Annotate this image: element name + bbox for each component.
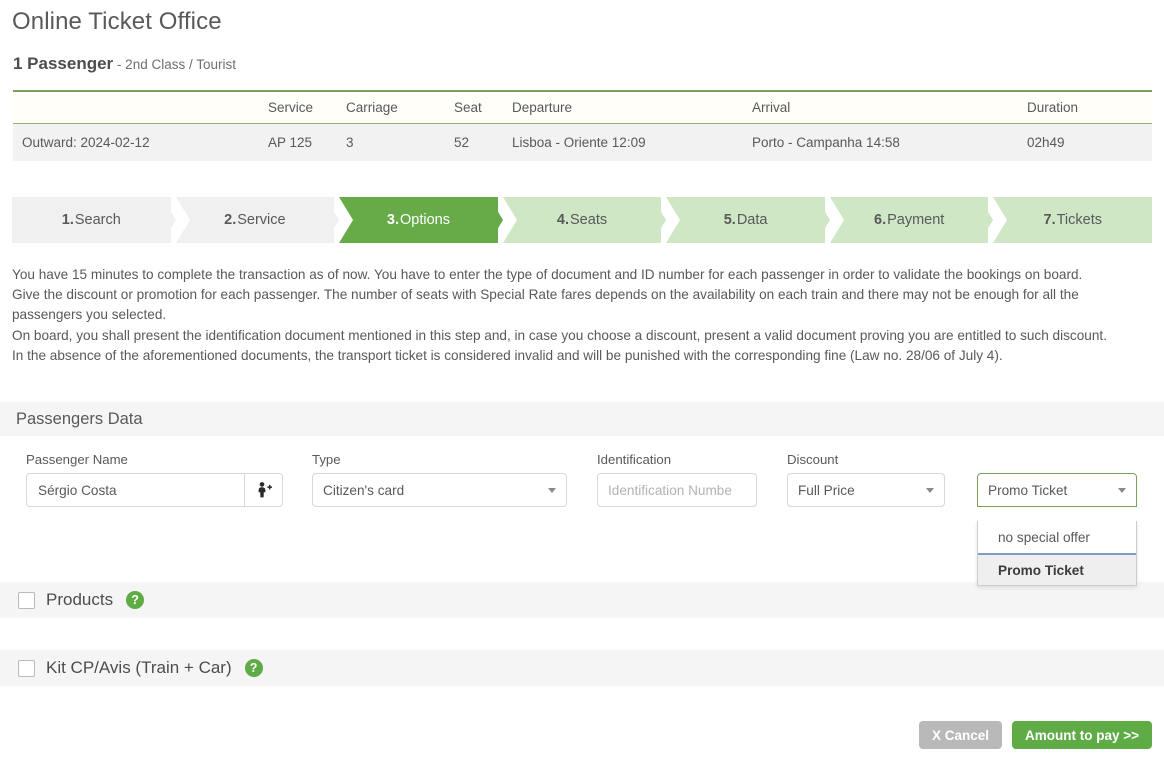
promotion-select[interactable]: Promo Ticket [977, 473, 1137, 507]
products-checkbox[interactable] [18, 591, 35, 609]
help-icon[interactable]: ? [126, 591, 145, 609]
cell-duration: 02h49 [1027, 123, 1152, 161]
dropdown-option-no-special-offer[interactable]: no special offer [978, 521, 1136, 553]
th-duration: Duration [1027, 91, 1152, 124]
cell-departure: Lisboa - Oriente 12:09 [512, 123, 752, 161]
passenger-name-field-group: Passenger Name Sérgio Costa [26, 452, 283, 507]
step-number: 3. [386, 212, 399, 228]
th-arrival: Arrival [752, 91, 1027, 124]
step-label: Service [237, 212, 286, 228]
class-info: - 2nd Class / Tourist [113, 57, 236, 72]
wizard-step-data[interactable]: 5.Data [666, 197, 830, 243]
step-number: 4. [556, 212, 570, 228]
kit-cp-avis-checkbox[interactable] [18, 659, 35, 677]
form-actions: X Cancel Amount to pay >> [918, 721, 1152, 749]
passenger-count: 1 Passenger [13, 54, 114, 73]
checkout-step-wizard: 1.Search 2.Service 3.Options 4.Seats 5.D… [12, 197, 1153, 243]
th-service: Service [268, 91, 346, 124]
document-type-field-group: Type Citizen's card [312, 452, 567, 507]
step-label: Data [736, 212, 768, 228]
cancel-button[interactable]: X Cancel [918, 721, 1002, 749]
document-type-value: Citizen's card [323, 482, 405, 498]
step-label: Search [74, 212, 121, 228]
instruction-paragraph-4: In the absence of the aforementioned doc… [12, 347, 1003, 363]
wizard-step-payment[interactable]: 6.Payment [829, 197, 994, 243]
th-departure: Departure [512, 91, 752, 124]
instructions-text: You have 15 minutes to complete the tran… [12, 265, 1152, 366]
identification-field-group: Identification Identification Numbe [597, 452, 757, 507]
document-type-select[interactable]: Citizen's card [312, 473, 567, 507]
kit-cp-avis-option-row: Kit CP/Avis (Train + Car) ? [0, 650, 1164, 686]
th-date [13, 91, 268, 124]
section-title: Passengers Data [16, 409, 143, 428]
dropdown-option-promo-ticket[interactable]: Promo Ticket [978, 553, 1136, 585]
instruction-paragraph-2: Give the discount or promotion for each … [12, 287, 1079, 323]
step-label: Payment [887, 212, 945, 228]
step-label: Tickets [1056, 212, 1102, 228]
wizard-step-tickets[interactable]: 7.Tickets [993, 197, 1153, 243]
step-number: 2. [224, 212, 237, 228]
step-number: 6. [874, 212, 887, 228]
products-option-row: Products ? [0, 582, 1164, 618]
help-icon[interactable]: ? [244, 659, 263, 677]
promotion-field-group: Promo Ticket [977, 452, 1137, 507]
page-title: Online Ticket Office [12, 8, 222, 35]
passengers-data-section-header: Passengers Data [0, 402, 1164, 436]
document-type-label: Type [312, 452, 341, 467]
chevron-down-icon [1118, 487, 1126, 493]
cell-arrival: Porto - Campanha 14:58 [752, 123, 1027, 161]
promotion-value: Promo Ticket [988, 482, 1068, 498]
online-ticket-office-page: Online Ticket Office 1 Passenger - 2nd C… [0, 0, 1164, 767]
identification-input[interactable]: Identification Numbe [597, 473, 757, 507]
wizard-step-service[interactable]: 2.Service [175, 197, 339, 243]
promotion-dropdown-menu: no special offer Promo Ticket [977, 521, 1137, 586]
passenger-name-label: Passenger Name [26, 452, 128, 467]
discount-select[interactable]: Full Price [787, 473, 945, 507]
products-label: Products [46, 590, 114, 609]
promotion-label [977, 452, 1137, 467]
amount-to-pay-button[interactable]: Amount to pay >> [1011, 721, 1152, 749]
wizard-step-seats[interactable]: 4.Seats [502, 197, 666, 243]
chevron-down-icon [926, 487, 934, 493]
wizard-step-options[interactable]: 3.Options [339, 197, 503, 243]
passenger-summary: 1 Passenger - 2nd Class / Tourist [13, 54, 236, 74]
cell-date: Outward: 2024-02-12 [13, 123, 268, 161]
step-label: Options [400, 212, 450, 228]
discount-label: Discount [787, 452, 839, 467]
cell-service: AP 125 [268, 123, 346, 161]
step-label: Seats [570, 212, 608, 228]
kit-cp-avis-label: Kit CP/Avis (Train + Car) [46, 658, 232, 677]
th-seat: Seat [454, 91, 512, 124]
step-number: 5. [723, 212, 736, 228]
trip-summary-table: Service Carriage Seat Departure Arrival … [13, 90, 1152, 161]
cell-seat: 52 [454, 123, 512, 161]
table-header-row: Service Carriage Seat Departure Arrival … [13, 91, 1152, 124]
chevron-down-icon [548, 487, 556, 493]
wizard-step-search[interactable]: 1.Search [12, 197, 176, 243]
passenger-name-input[interactable]: Sérgio Costa [26, 473, 244, 507]
person-add-icon [258, 482, 272, 498]
step-number: 7. [1043, 212, 1056, 228]
discount-field-group: Discount Full Price [787, 452, 945, 507]
cell-carriage: 3 [346, 123, 454, 161]
table-row: Outward: 2024-02-12 AP 125 3 52 Lisboa -… [13, 123, 1152, 161]
discount-value: Full Price [798, 482, 855, 498]
instruction-paragraph-1: You have 15 minutes to complete the tran… [12, 267, 1083, 282]
instruction-paragraph-3: On board, you shall present the identifi… [12, 327, 1107, 343]
th-carriage: Carriage [346, 91, 454, 124]
step-number: 1. [61, 212, 74, 228]
person-add-button[interactable] [244, 473, 283, 507]
identification-label: Identification [597, 452, 672, 467]
